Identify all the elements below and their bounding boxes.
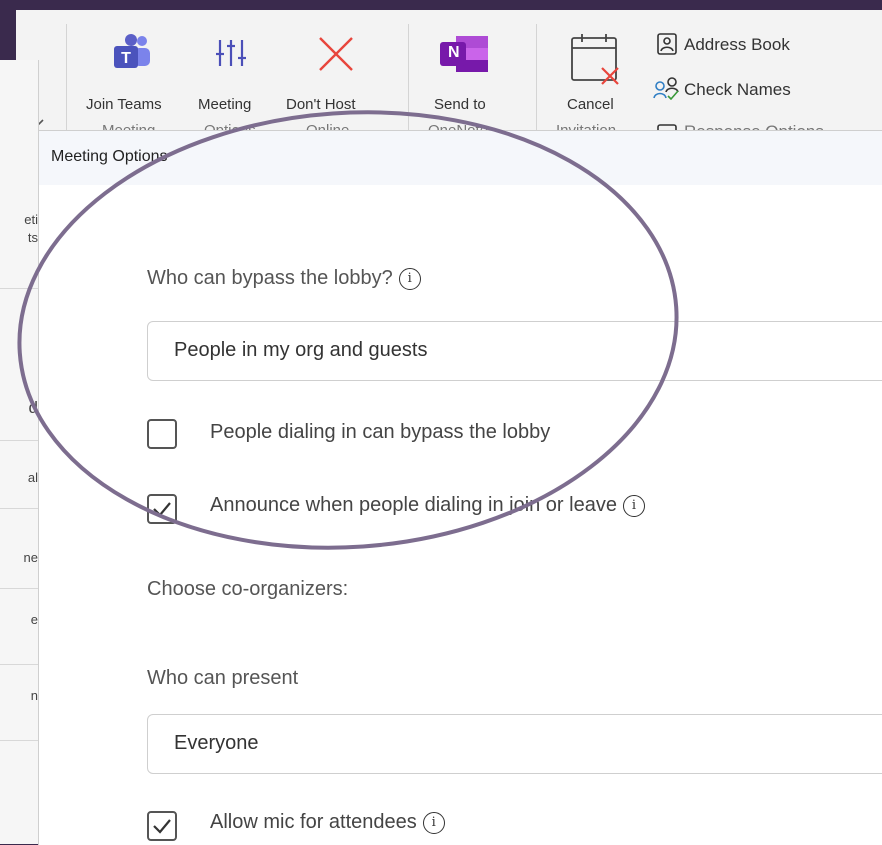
dialin-bypass-checkbox[interactable] [147,419,177,449]
announce-label-text: Announce when people dialing in join or … [210,494,617,516]
allow-mic-checkbox[interactable] [147,811,177,841]
left-panel-item[interactable]: ne [0,550,38,565]
left-panel-divider [0,508,38,509]
announce-label: Announce when people dialing in join or … [210,494,645,517]
who-can-present-value: Everyone [174,732,259,754]
left-panel-item[interactable]: n [0,688,38,703]
left-panel-divider [0,740,38,741]
sliders-icon[interactable] [214,36,248,75]
left-panel-item[interactable]: e [0,612,38,627]
who-can-present-select[interactable]: Everyone [147,714,882,774]
join-teams-label[interactable]: Join Teams [86,96,162,113]
left-panel-item[interactable]: al [0,470,38,485]
info-icon[interactable]: i [422,811,445,834]
close-x-icon[interactable] [316,34,356,79]
info-icon[interactable]: i [398,267,421,290]
announce-checkbox[interactable] [147,494,177,524]
window-top-frame [0,0,882,10]
calendar-cancel-icon[interactable] [568,32,622,93]
left-panel-divider [0,588,38,589]
address-book-label[interactable]: Address Book [684,35,790,55]
meeting-options-label[interactable]: Meeting [198,96,251,113]
ribbon-toolbar: T Join Teams Meeting Meeting Options Don… [16,10,882,142]
lobby-bypass-label-text: Who can bypass the lobby? [147,267,393,289]
lobby-bypass-select[interactable]: People in my org and guests [147,321,882,381]
send-to-onenote-label[interactable]: Send to [434,96,486,113]
teams-icon[interactable]: T [112,34,152,75]
left-side-panel: eti ts d al ne e n [0,60,39,844]
lobby-bypass-value: People in my org and guests [174,339,428,361]
ribbon-separator [66,24,67,130]
meeting-options-dialog: Meeting Options Who can bypass the lobby… [38,130,882,845]
left-panel-item[interactable]: eti [0,212,38,227]
allow-mic-label-text: Allow mic for attendees [210,811,417,833]
dialin-bypass-label: People dialing in can bypass the lobby [210,421,551,443]
cancel-invitation-label[interactable]: Cancel [567,96,614,113]
onenote-icon[interactable]: N [438,34,490,79]
left-panel-divider [0,664,38,665]
dialog-title: Meeting Options [51,148,168,165]
ribbon-separator [536,24,537,130]
onenote-letter: N [448,44,460,61]
svg-text:T: T [121,50,131,67]
left-panel-item[interactable]: d [0,398,38,418]
check-names-icon[interactable] [652,76,682,105]
info-icon[interactable]: i [622,494,645,517]
checkmark-icon [153,502,171,517]
left-panel-divider [0,440,38,441]
dont-host-online-label[interactable]: Don't Host [286,96,356,113]
address-book-icon[interactable] [656,32,678,61]
lobby-bypass-label: Who can bypass the lobby? i [147,267,421,290]
dialog-titlebar: Meeting Options [39,131,882,185]
who-can-present-label: Who can present [147,667,299,689]
allow-mic-label: Allow mic for attendees i [210,811,445,834]
left-panel-divider [0,288,38,289]
coorganizers-label: Choose co-organizers: [147,578,349,600]
ribbon-separator [408,24,409,130]
check-names-label[interactable]: Check Names [684,80,791,100]
left-panel-item[interactable]: ts [0,230,38,245]
checkmark-icon [153,819,171,834]
